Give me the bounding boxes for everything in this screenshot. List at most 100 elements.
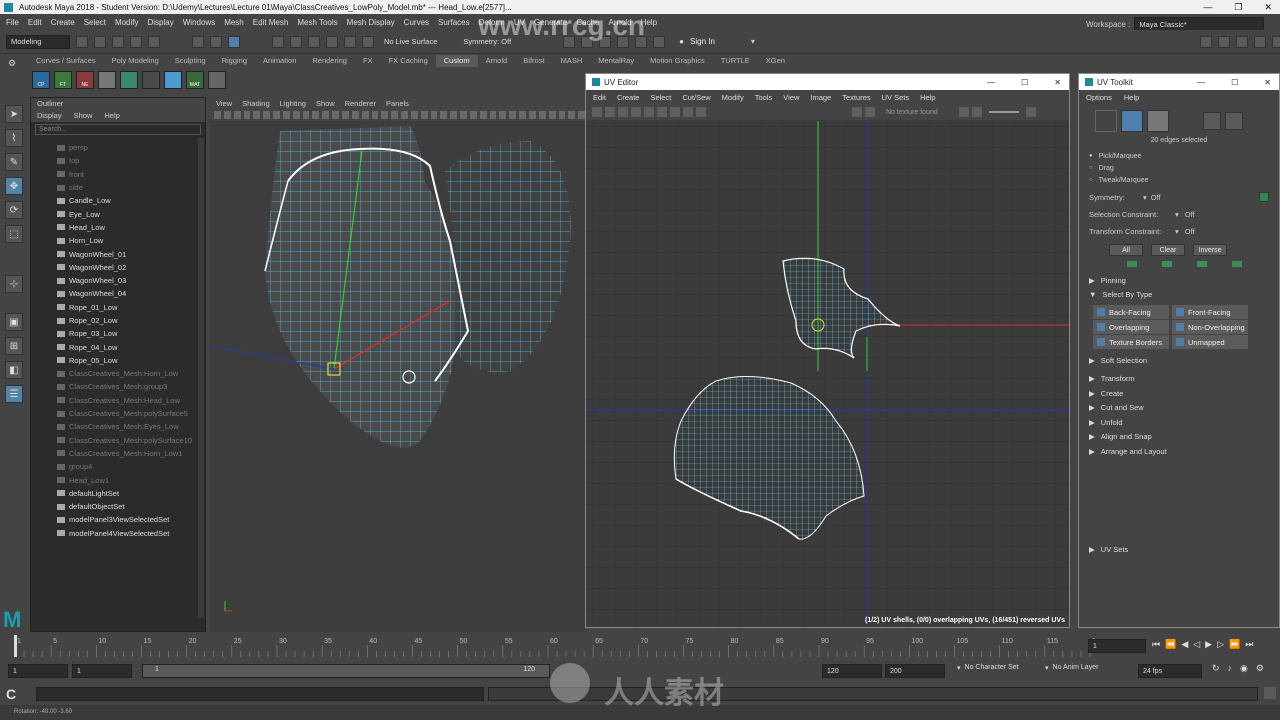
outliner-item[interactable]: Rope_01_Low — [31, 301, 205, 314]
make-live-icon[interactable] — [362, 35, 374, 48]
edge-mode-icon[interactable] — [1121, 110, 1143, 132]
shelf-tab-xgen[interactable]: XGen — [758, 55, 793, 67]
uv-menu-help[interactable]: Help — [920, 93, 935, 102]
tool-settings-icon[interactable] — [1236, 36, 1248, 48]
outliner-item[interactable]: ClassCreatives_Mesh:Head_Low — [31, 394, 205, 407]
display-icon[interactable] — [1026, 107, 1036, 117]
outliner-item[interactable]: modelPanel4ViewSelectedSet — [31, 527, 205, 540]
shelf-tab-custom[interactable]: Custom — [435, 55, 478, 67]
select-unmapped-button[interactable]: Unmapped — [1172, 335, 1248, 349]
uv-tool-icon[interactable] — [631, 107, 641, 117]
select-all-button[interactable]: All — [1109, 244, 1143, 256]
select-hierarchy-icon[interactable] — [192, 35, 204, 48]
shelf-options-icon[interactable]: ⚙ — [8, 58, 16, 69]
snap-grid-icon[interactable] — [272, 35, 284, 48]
last-tool-icon[interactable]: ⊹ — [5, 275, 23, 293]
viewport-tool-icon[interactable] — [292, 111, 300, 119]
uv-tool-icon[interactable] — [657, 107, 667, 117]
scale-tool-icon[interactable]: ⬚ — [5, 225, 23, 243]
uv-menu-view[interactable]: View — [783, 93, 799, 102]
menu-mesh-tools[interactable]: Mesh Tools — [297, 18, 337, 27]
new-scene-icon[interactable] — [76, 35, 88, 48]
viewport-tool-icon[interactable] — [233, 111, 241, 119]
maximize-icon[interactable]: ☐ — [1231, 78, 1238, 87]
sign-in-button[interactable]: Sign In — [690, 37, 715, 46]
uv-tool-icon[interactable] — [618, 107, 628, 117]
outliner-item[interactable]: ClassCreatives_Mesh:polySurface10 — [31, 434, 205, 447]
uv-grid[interactable] — [586, 121, 1069, 627]
texture-status[interactable]: No texture found — [886, 109, 956, 116]
viewport-tool-icon[interactable] — [253, 111, 261, 119]
viewport-menu-view[interactable]: View — [216, 99, 232, 108]
shelf-tab-turtle[interactable]: TURTLE — [713, 55, 758, 67]
snap-plane-icon[interactable] — [326, 35, 338, 48]
time-slider[interactable]: 1 5 10 15 20 25 30 35 40 45 50 55 60 65 70 75 80 85 90 95 10… — [0, 633, 1280, 659]
viewport-tool-icon[interactable] — [529, 111, 536, 119]
outliner-item[interactable]: Rope_02_Low — [31, 314, 205, 327]
select-overlapping-button[interactable]: Overlapping — [1093, 320, 1169, 334]
menu-surfaces[interactable]: Surfaces — [438, 18, 470, 27]
soft-selection-section[interactable]: ▶ Soft Selection — [1079, 353, 1279, 368]
section-cut-and-sew[interactable]: ▶ Cut and Sew — [1079, 401, 1279, 416]
loop-icon[interactable] — [1197, 261, 1207, 267]
viewport-tool-icon[interactable] — [479, 111, 487, 119]
outliner-item[interactable]: Rope_05_Low — [31, 354, 205, 367]
time-ruler[interactable]: 1 5 10 15 20 25 30 35 40 45 50 55 60 65 70 75 80 85 90 95 10… — [10, 633, 1095, 659]
select-texture-borders-button[interactable]: Texture Borders — [1093, 335, 1169, 349]
save-scene-icon[interactable] — [112, 35, 124, 48]
shelf-button-icon[interactable] — [142, 71, 160, 89]
shelf-tab-poly-modeling[interactable]: Poly Modeling — [104, 55, 167, 67]
uv-menu-create[interactable]: Create — [617, 93, 640, 102]
step-back-icon[interactable]: ◀ — [1181, 639, 1188, 650]
viewport-tool-icon[interactable] — [420, 111, 428, 119]
attribute-editor-icon[interactable] — [1218, 36, 1230, 48]
viewport-tool-icon[interactable] — [322, 111, 330, 119]
outliner-item[interactable]: Rope_04_Low — [31, 340, 205, 353]
outliner-item[interactable]: defaultLightSet — [31, 487, 205, 500]
symmetry-dropdown[interactable]: Off — [1151, 193, 1161, 202]
shelf-button-icon[interactable]: CP — [32, 71, 50, 89]
shelf-tab-rigging[interactable]: Rigging — [214, 55, 255, 67]
viewport-tool-icon[interactable] — [558, 111, 566, 119]
viewport-tool-icon[interactable] — [302, 111, 310, 119]
modeling-toolkit-icon[interactable] — [1200, 36, 1212, 48]
menu-display[interactable]: Display — [148, 18, 174, 27]
uv-toolkit-titlebar[interactable]: UV Toolkit — ☐ ✕ — [1079, 74, 1279, 90]
menu-windows[interactable]: Windows — [183, 18, 215, 27]
menu-curves[interactable]: Curves — [404, 18, 429, 27]
viewport-tool-icon[interactable] — [391, 111, 399, 119]
play-back-icon[interactable]: ◁ — [1193, 639, 1200, 650]
menu-edit[interactable]: Edit — [28, 18, 42, 27]
outliner-scrollbar[interactable] — [198, 138, 204, 618]
uv-mode-icon[interactable] — [1203, 112, 1221, 130]
user-icon[interactable]: ● — [679, 37, 684, 46]
four-view-icon[interactable]: ⊞ — [5, 337, 23, 355]
face-mode-icon[interactable] — [1147, 110, 1169, 132]
outliner-item[interactable]: Horn_Low — [31, 234, 205, 247]
viewport-tool-icon[interactable] — [243, 111, 251, 119]
outliner-item[interactable]: Head_Low1 — [31, 473, 205, 486]
viewport-tool-icon[interactable] — [460, 111, 467, 119]
minimize-icon[interactable]: — — [1197, 78, 1205, 87]
head-mesh-view[interactable] — [210, 121, 585, 632]
exposure-icon[interactable] — [959, 107, 969, 117]
mel-toggle-icon[interactable]: C — [6, 686, 32, 702]
section-align-and-snap[interactable]: ▶ Align and Snap — [1079, 430, 1279, 445]
viewport-tool-icon[interactable] — [410, 111, 418, 119]
menu-mesh-display[interactable]: Mesh Display — [347, 18, 395, 27]
gamma-icon[interactable] — [972, 107, 982, 117]
redo-icon[interactable] — [148, 35, 160, 48]
close-icon[interactable]: ✕ — [1264, 78, 1271, 87]
shrink-icon[interactable] — [1162, 261, 1172, 267]
outliner-item[interactable]: ClassCreatives_Mesh:Eyes_Low — [31, 420, 205, 433]
viewport-tool-icon[interactable] — [401, 111, 408, 119]
shelf-tab-mentalray[interactable]: MentalRay — [590, 55, 642, 67]
viewport-tool-icon[interactable] — [312, 111, 320, 119]
fps-dropdown[interactable]: 24 fps — [1138, 664, 1202, 678]
outliner-item[interactable]: Rope_03_Low — [31, 327, 205, 340]
go-to-end-icon[interactable]: ⏭ — [1245, 639, 1253, 650]
shelf-tab-motion-graphics[interactable]: Motion Graphics — [642, 55, 713, 67]
menu-select[interactable]: Select — [84, 18, 106, 27]
toolkit-menu-options[interactable]: Options — [1086, 93, 1112, 102]
uv-menu-cut-sew[interactable]: Cut/Sew — [682, 93, 710, 102]
